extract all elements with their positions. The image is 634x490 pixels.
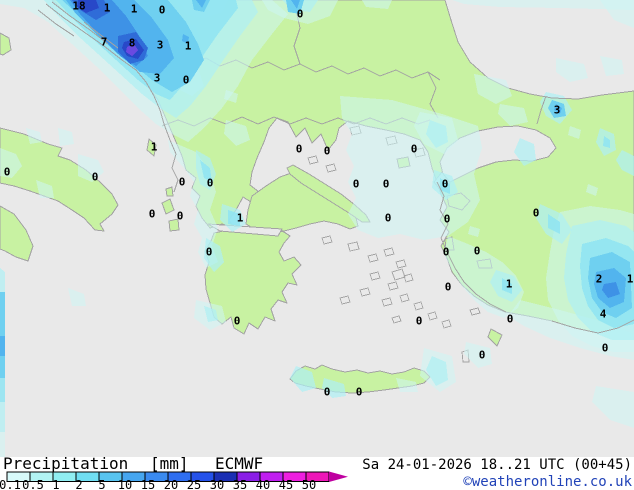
precip-value-label: 0	[296, 143, 303, 156]
precip-value-label: 0	[4, 166, 11, 179]
precip-value-label: 0	[479, 349, 486, 362]
legend-tick-label: 0.5	[22, 478, 44, 490]
legend-title: Precipitation	[3, 457, 128, 473]
legend-tick-label: 40	[256, 478, 270, 490]
precip-value-label: 18	[72, 0, 85, 13]
precip-value-label: 0	[385, 212, 392, 225]
legend-tick-label: 2	[75, 478, 82, 490]
precip-value-label: 0	[324, 386, 331, 399]
legend-footer: Precipitation [mm] ECMWF 0.1 0.5 1 2 5 10 15 20…	[0, 457, 634, 490]
precip-value-label: 0	[533, 207, 540, 220]
precip-value-label: 1	[131, 3, 138, 16]
precip-value-label: 0	[445, 281, 452, 294]
precip-value-label: 8	[129, 37, 136, 50]
precip-value-label: 1	[237, 212, 244, 225]
precip-value-label: 2	[596, 273, 603, 286]
precip-value-label: 3	[157, 39, 164, 52]
precip-value-label: 0	[92, 171, 99, 184]
precip-value-label: 0	[179, 176, 186, 189]
precip-value-label: 0	[207, 177, 214, 190]
precip-value-label: 0	[206, 246, 213, 259]
precip-value-label: 4	[600, 308, 607, 321]
legend-tick-label: 30	[210, 478, 224, 490]
precip-value-label: 0	[443, 246, 450, 259]
precip-value-label: 7	[101, 36, 108, 49]
legend-tick-label: 1	[52, 478, 59, 490]
precipitation-map: 18 1 1 0 0 7 8 3 1 3 0 3 1 0 0 0 0 0 0 0 0 0 0 0 0 0 1 0 0 0 0 0 2 1 1 0 4 0 0…	[0, 0, 634, 457]
precip-value-label: 1	[151, 141, 158, 154]
copyright-text: ©weatheronline.co.uk	[463, 474, 632, 490]
precip-value-label: 0	[507, 313, 514, 326]
precip-value-label: 0	[383, 178, 390, 191]
weather-map-page: 18 1 1 0 0 7 8 3 1 3 0 3 1 0 0 0 0 0 0 0 0 0 0 0 0 0 1 0 0 0 0 0 2 1 1 0 4 0 0…	[0, 0, 634, 490]
precip-value-label: 1	[506, 278, 513, 291]
legend-tick-label: 35	[233, 478, 247, 490]
forecast-datetime: Sa 24-01-2026 18..21 UTC (00+45)	[362, 457, 632, 473]
legend-tick-label: 15	[141, 478, 155, 490]
precip-value-label: 0	[353, 178, 360, 191]
precip-value-label: 0	[602, 342, 609, 355]
precip-value-label: 1	[627, 273, 634, 286]
precip-value-label: 0	[159, 4, 166, 17]
precip-value-label: 0	[444, 213, 451, 226]
legend-unit: [mm]	[150, 457, 189, 473]
precip-value-label: 3	[554, 104, 561, 117]
precip-value-label: 0	[324, 145, 331, 158]
legend-tick-label: 50	[302, 478, 316, 490]
precip-value-label: 1	[185, 40, 192, 53]
precip-value-label: 0	[234, 315, 241, 328]
legend-tick-label: 10	[118, 478, 132, 490]
precip-value-label: 0	[356, 386, 363, 399]
legend-model: ECMWF	[215, 457, 263, 473]
precip-value-label: 0	[149, 208, 156, 221]
precip-value-label: 0	[474, 245, 481, 258]
precip-value-label: 0	[183, 74, 190, 87]
legend-tick-label: 20	[164, 478, 178, 490]
precip-value-label: 0	[411, 143, 418, 156]
precip-value-label: 1	[104, 2, 111, 15]
precip-value-label: 0	[177, 210, 184, 223]
legend-tick-label: 25	[187, 478, 201, 490]
precip-value-label: 0	[442, 178, 449, 191]
legend-tick-label: 5	[98, 478, 105, 490]
precip-value-label: 0	[297, 8, 304, 21]
precip-value-label: 0	[416, 315, 423, 328]
legend-tick-label: 0.1	[0, 478, 21, 490]
precip-value-label: 3	[154, 72, 161, 85]
legend-tick-label: 45	[279, 478, 293, 490]
island-lefkada	[165, 186, 174, 197]
